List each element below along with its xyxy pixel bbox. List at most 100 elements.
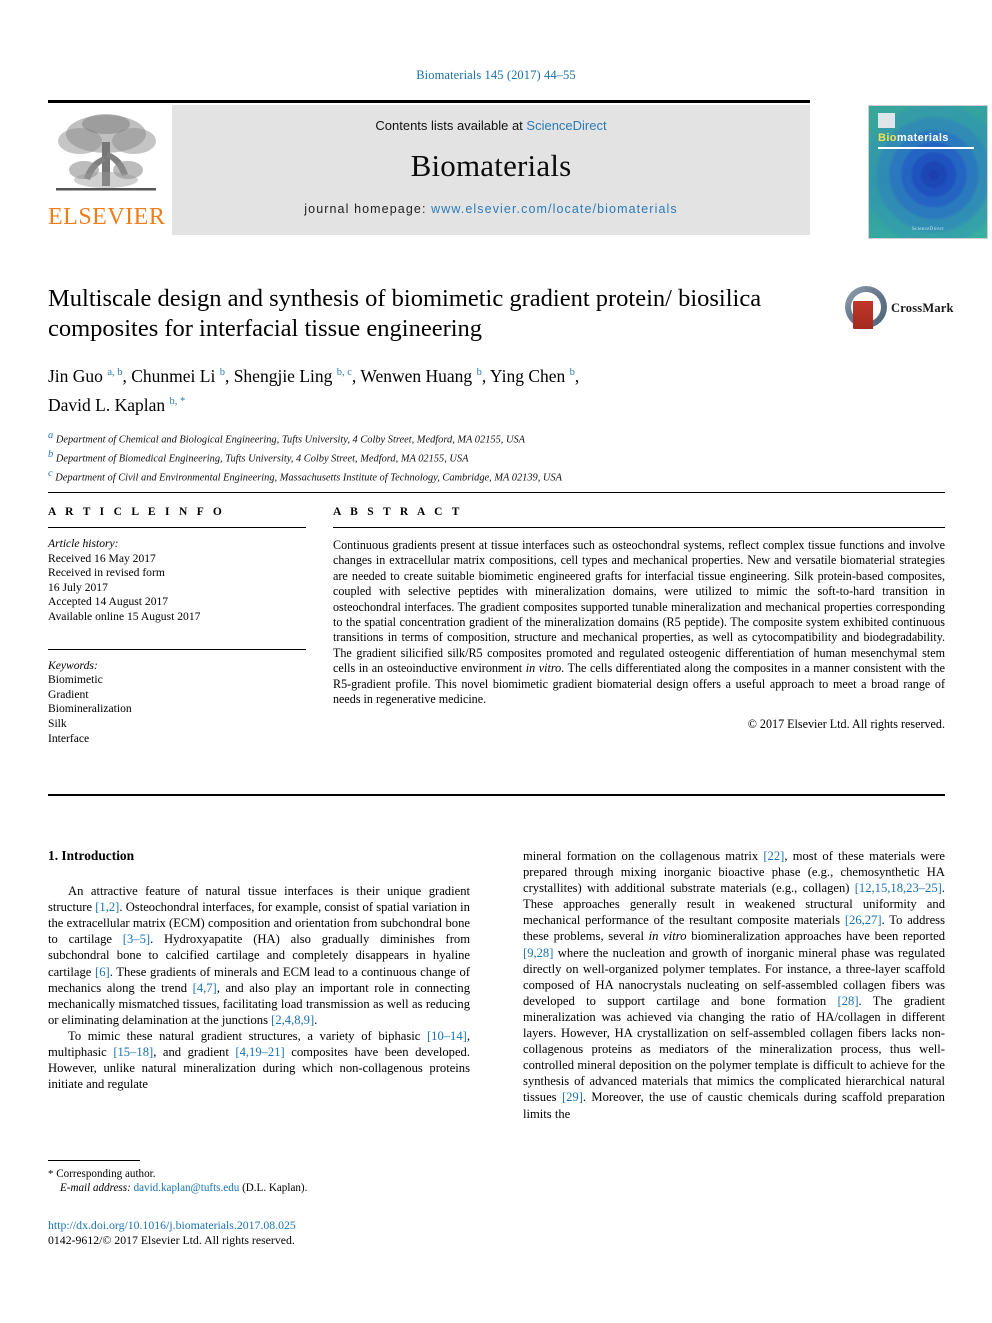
crossmark-ring-icon — [845, 286, 887, 329]
author-name: Wenwen Huang — [360, 365, 473, 386]
contents-prefix: Contents lists available at — [375, 118, 527, 133]
text-run: . — [314, 1012, 318, 1027]
author-name: Shengjie Ling — [233, 365, 333, 386]
author-name: David L. Kaplan — [48, 394, 166, 415]
article-history: Article history: Received 16 May 2017 Re… — [48, 537, 306, 625]
author-item: Shengjie Ling b, c, — [233, 365, 361, 386]
keywords-block: Keywords: Biomimetic Gradient Biomineral… — [48, 659, 306, 747]
article-info-heading: A R T I C L E I N F O — [48, 506, 226, 518]
cover-title-part2: materials — [896, 132, 949, 144]
citation-link[interactable]: [6] — [95, 965, 110, 979]
author-name: Chunmei Li — [131, 365, 216, 386]
intro-paragraph-1: An attractive feature of natural tissue … — [48, 883, 470, 1028]
email-link[interactable]: david.kaplan@tufts.edu — [134, 1182, 240, 1194]
intro-paragraph-2: To mimic these natural gradient structur… — [48, 1028, 470, 1092]
citation-link[interactable]: [26,27] — [845, 913, 882, 927]
elsevier-tree-icon — [50, 108, 162, 204]
author-affil-marks: b — [219, 367, 225, 378]
email-line: E-mail address: david.kaplan@tufts.edu (… — [48, 1181, 470, 1195]
article-history-label: Article history: — [48, 537, 119, 550]
article-info-rule — [48, 527, 306, 528]
citation-link[interactable]: [9,28] — [523, 946, 553, 960]
corresponding-author-text: Corresponding author. — [53, 1168, 156, 1180]
journal-article-page: Biomaterials 145 (2017) 44–55 ELSEVIER C… — [0, 0, 992, 1323]
section-bottom-rule — [48, 794, 945, 796]
crossmark-label: CrossMark — [891, 301, 954, 315]
keyword-item: Biomineralization — [48, 702, 132, 716]
keywords-label: Keywords: — [48, 658, 98, 672]
author-item: Wenwen Huang b, — [360, 365, 490, 386]
keywords-rule — [48, 648, 306, 650]
masthead-rule — [48, 100, 810, 103]
author-affil-marks: b, c — [336, 367, 352, 378]
author-affil-marks: b — [476, 367, 482, 378]
citation-link[interactable]: [12,15,18,23–25] — [855, 881, 942, 895]
author-item: David L. Kaplan b, * — [48, 395, 185, 415]
cover-title: Biomaterials — [878, 132, 949, 144]
running-head: Biomaterials 145 (2017) 44–55 — [416, 68, 576, 82]
sciencedirect-link[interactable]: ScienceDirect — [526, 118, 606, 133]
author-list: Jin Guo a, b, Chunmei Li b, Shengjie Lin… — [48, 360, 838, 418]
keyword-item: Interface — [48, 731, 90, 745]
affiliation-list: a Department of Chemical and Biological … — [48, 429, 838, 486]
history-item: Received 16 May 2017 — [48, 551, 156, 565]
affiliation-text: Department of Civil and Environmental En… — [55, 472, 562, 484]
author-item: Chunmei Li b, — [131, 365, 234, 386]
corresponding-author-footnote: * Corresponding author. E-mail address: … — [48, 1160, 470, 1195]
elsevier-wordmark: ELSEVIER — [48, 204, 166, 230]
abstract-heading: A B S T R A C T — [333, 506, 463, 518]
history-item: 16 July 2017 — [48, 580, 108, 594]
affiliation-text: Department of Biomedical Engineering, Tu… — [55, 453, 469, 465]
crossmark-badge[interactable]: CrossMark — [845, 286, 953, 332]
citation-link[interactable]: [22] — [763, 849, 784, 863]
author-affil-marks: b — [569, 367, 575, 378]
email-suffix: (D.L. Kaplan). — [239, 1182, 308, 1194]
issn-copyright-line: 0142-9612/© 2017 Elsevier Ltd. All right… — [48, 1233, 295, 1248]
contents-list-line: Contents lists available at ScienceDirec… — [172, 118, 810, 133]
affiliation-mark: a — [48, 429, 54, 441]
journal-cover-thumbnail: Biomaterials ScienceDirect — [868, 105, 988, 239]
footnote-rule — [48, 1160, 140, 1161]
author-name: Ying Chen — [489, 365, 566, 386]
intro-paragraph-3: mineral formation on the collagenous mat… — [523, 848, 945, 1122]
abstract-copyright: © 2017 Elsevier Ltd. All rights reserved… — [747, 717, 945, 732]
text-run: To mimic these natural gradient structur… — [68, 1028, 427, 1043]
affiliation-text: Department of Chemical and Biological En… — [55, 434, 526, 446]
citation-link[interactable]: [4,7] — [193, 981, 217, 995]
author-item: Jin Guo a, b, — [48, 365, 132, 386]
article-info-column: A R T I C L E I N F O Article history: R… — [48, 492, 306, 746]
page-title: Multiscale design and synthesis of biomi… — [48, 285, 762, 342]
abstract-column: A B S T R A C T Continuous gradients pre… — [333, 492, 945, 732]
doi-link[interactable]: http://dx.doi.org/10.1016/j.biomaterials… — [48, 1218, 508, 1233]
history-item: Accepted 14 August 2017 — [48, 595, 169, 609]
affiliation-item: b Department of Biomedical Engineering, … — [48, 448, 838, 467]
text-run: . The gradient mineralization was achiev… — [523, 993, 945, 1105]
text-run: biomineralization approaches have been r… — [686, 929, 945, 944]
italic-phrase: in vitro — [648, 929, 687, 944]
keyword-item: Silk — [48, 716, 67, 730]
author-item: Ying Chen b, — [489, 365, 580, 386]
citation-link[interactable]: [10–14] — [427, 1029, 467, 1043]
journal-masthead: ELSEVIER Contents lists available at Sci… — [48, 100, 988, 240]
author-name: Jin Guo — [48, 365, 103, 386]
citation-link[interactable]: [4,19–21] — [235, 1045, 284, 1059]
cover-badge-icon — [878, 113, 895, 128]
corresponding-author-line: * Corresponding author. — [48, 1167, 470, 1181]
history-item: Received in revised form — [48, 566, 165, 580]
cover-footer: ScienceDirect — [912, 227, 944, 232]
homepage-url-link[interactable]: www.elsevier.com/locate/biomaterials — [431, 202, 678, 216]
section-heading-introduction: 1. Introduction — [48, 848, 135, 863]
cover-divider — [878, 147, 974, 149]
text-run: , and gradient — [153, 1045, 236, 1060]
citation-link[interactable]: [2,4,8,9] — [271, 1013, 314, 1027]
history-item: Available online 15 August 2017 — [48, 609, 201, 623]
keyword-item: Gradient — [48, 687, 89, 701]
affiliation-item: c Department of Civil and Environmental … — [48, 467, 838, 486]
citation-link[interactable]: [29] — [562, 1090, 583, 1104]
citation-link[interactable]: [28] — [838, 994, 859, 1008]
cover-title-part1: Bio — [878, 132, 897, 144]
citation-link[interactable]: [1,2] — [95, 900, 119, 914]
citation-link[interactable]: [15–18] — [113, 1045, 153, 1059]
citation-link[interactable]: [3–5] — [123, 932, 150, 946]
article-title-block: Multiscale design and synthesis of biomi… — [48, 284, 838, 486]
